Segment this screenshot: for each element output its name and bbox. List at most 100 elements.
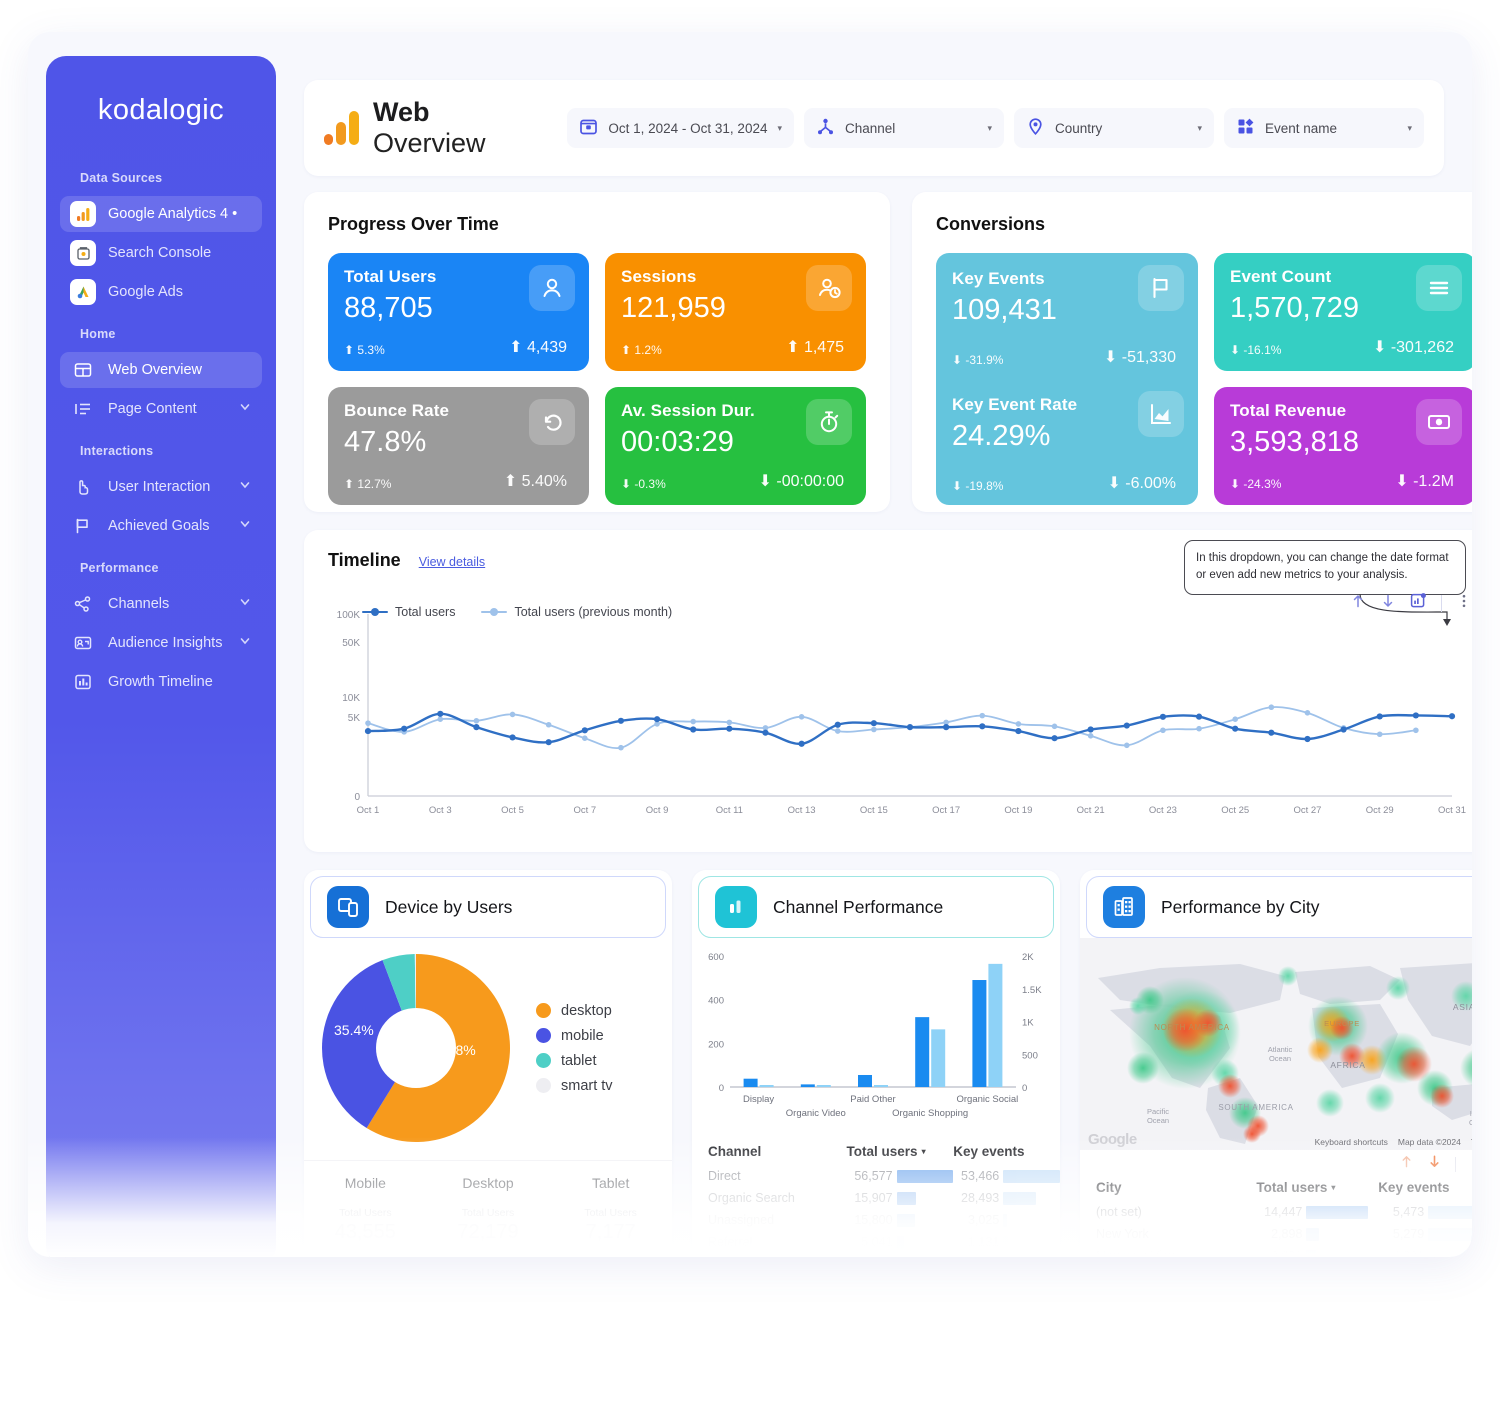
sidebar-item-achieved-goals[interactable]: Achieved Goals	[60, 508, 262, 544]
sidebar-item-web-overview[interactable]: Web Overview	[60, 352, 262, 388]
sidebar-item-search-console[interactable]: Search Console	[60, 235, 262, 271]
chevron-down-icon[interactable]	[238, 400, 252, 418]
chevron-down-icon[interactable]: ▾	[1331, 1183, 1335, 1192]
svg-text:0: 0	[1022, 1083, 1027, 1094]
kpi-card-avg-session-duration[interactable]: Av. Session Dur. 00:03:29 ⬇ -0.3% ⬇ -00:…	[605, 387, 866, 505]
city-heatmap[interactable]: NORTH AMERICA SOUTH AMERICA EUROPE AFRICA AS…	[1080, 938, 1472, 1150]
map-attr-terms[interactable]: Terms	[1471, 1137, 1472, 1147]
table-row[interactable]: (not set) 14,447 5,473	[1080, 1201, 1472, 1223]
kpi-card-event-count[interactable]: Event Count 1,570,729 ⬇ -16.1% ⬇ -301,26…	[1214, 253, 1472, 371]
kpi-delta-percent: ⬇ -19.8%	[952, 479, 1004, 493]
column-header-city[interactable]: City	[1080, 1180, 1256, 1195]
table-row[interactable]: Direct 56,577 53,466	[692, 1165, 1060, 1187]
column-header-key-events[interactable]: Key events	[1378, 1180, 1472, 1195]
column-header-key-events[interactable]: Key events	[953, 1144, 1060, 1159]
event-name-filter-value: Event name	[1265, 120, 1338, 136]
timeline-panel: Timeline View details In this dropdown, …	[304, 530, 1472, 852]
chevron-down-icon[interactable]: ▾	[922, 1147, 926, 1156]
bar-total-users	[1306, 1227, 1320, 1241]
column-header-channel[interactable]: Channel	[692, 1144, 847, 1159]
page-title-bold: Web	[373, 97, 430, 127]
card-header: Device by Users	[310, 876, 666, 938]
channel-performance-card: Channel Performance 0 200 400 600 0 500 1K 1.5K…	[692, 870, 1060, 1257]
svg-text:Oct 3: Oct 3	[429, 805, 452, 816]
more-options-icon[interactable]	[1469, 1154, 1472, 1174]
svg-text:0: 0	[354, 792, 360, 803]
table-row[interactable]: Unassigned 15,800 3,025	[692, 1209, 1060, 1231]
event-name-filter[interactable]: Event name ▾	[1224, 108, 1424, 148]
dropdown-tooltip: In this dropdown, you can change the dat…	[1184, 540, 1466, 595]
svg-text:Oct 1: Oct 1	[357, 805, 380, 816]
column-header-total-users[interactable]: Total users ▾	[1256, 1180, 1378, 1195]
bar-key-events	[1003, 1235, 1009, 1249]
search-console-icon	[70, 240, 96, 266]
kpi-card-key-events-group[interactable]: Key Events 109,431 ⬇ -31.9% ⬇ -51,330 Ke…	[936, 253, 1198, 505]
device-footer-metric: Total Users	[339, 1207, 392, 1219]
legend-item-desktop[interactable]: desktop	[536, 1003, 613, 1019]
chevron-down-icon[interactable]	[238, 595, 252, 613]
table-row[interactable]: Mountain View 2,081 4,931	[1080, 1245, 1472, 1257]
device-footer-metric: Total Users	[461, 1207, 515, 1219]
sidebar-item-growth-timeline[interactable]: Growth Timeline	[60, 664, 262, 700]
chevron-down-icon[interactable]: ▾	[987, 123, 992, 134]
devices-icon	[327, 886, 369, 928]
chevron-down-icon[interactable]	[238, 634, 252, 652]
chevron-down-icon[interactable]: ▾	[777, 123, 782, 134]
area-chart-icon	[1138, 391, 1184, 437]
chevron-down-icon[interactable]: ▾	[1197, 123, 1202, 134]
city-table: City Total users ▾ Key events (not set) 1…	[1080, 1174, 1472, 1257]
sidebar-item-google-analytics-4[interactable]: Google Analytics 4 •	[60, 196, 262, 232]
legend-item-tablet[interactable]: tablet	[536, 1053, 613, 1069]
stopwatch-icon	[806, 399, 852, 445]
channel-filter[interactable]: Channel ▾	[804, 108, 1004, 148]
legend-item-mobile[interactable]: mobile	[536, 1028, 613, 1044]
channel-filter-value: Channel	[845, 120, 896, 136]
table-row[interactable]: New York 2,898 5,279	[1080, 1223, 1472, 1245]
kpi-delta-absolute: ⬆ 1,475	[786, 339, 844, 356]
kpi-delta-absolute: ⬇ -1.2M	[1395, 473, 1454, 490]
device-footer-metric: Total Users	[584, 1207, 637, 1219]
svg-text:Organic Shopping: Organic Shopping	[892, 1108, 968, 1119]
chevron-down-icon[interactable]: ▾	[1407, 123, 1412, 134]
legend-item-smart-tv[interactable]: smart tv	[536, 1078, 613, 1094]
sidebar-item-google-ads[interactable]: Google Ads	[60, 274, 262, 310]
chevron-down-icon[interactable]	[238, 478, 252, 496]
table-row[interactable]: Referral 5,041 1,131	[692, 1231, 1060, 1253]
sidebar-item-page-content[interactable]: Page Content	[60, 391, 262, 427]
svg-text:Oct 5: Oct 5	[501, 805, 524, 816]
conversions-panel: Conversions Key Events 109,431 ⬇ -31.9% …	[912, 192, 1472, 512]
kpi-card-bounce-rate[interactable]: Bounce Rate 47.8% ⬆ 12.7% ⬆ 5.40%	[328, 387, 589, 505]
kpi-delta-absolute: ⬇ -51,330	[1103, 349, 1176, 366]
country-filter[interactable]: Country ▾	[1014, 108, 1214, 148]
menu-icon	[1416, 265, 1462, 311]
chevron-down-icon[interactable]	[238, 517, 252, 535]
legend-label: tablet	[561, 1052, 597, 1069]
legend-swatch	[536, 1028, 551, 1043]
svg-text:Atlantic: Atlantic	[1268, 1045, 1293, 1054]
bar-total-users	[896, 1213, 915, 1227]
kpi-delta-absolute: ⬆ 4,439	[509, 339, 567, 356]
kpi-card-total-revenue[interactable]: Total Revenue 3,593,818 ⬇ -24.3% ⬇ -1.2M	[1214, 387, 1472, 505]
cell-total-users: 15,800	[854, 1213, 893, 1227]
audience-icon	[70, 630, 96, 656]
column-header-total-users[interactable]: Total users ▾	[847, 1144, 954, 1159]
sidebar-item-audience-insights[interactable]: Audience Insights	[60, 625, 262, 661]
card-title: Device by Users	[385, 896, 513, 917]
panel-title: Timeline	[328, 550, 401, 570]
kpi-card-sessions[interactable]: Sessions 121,959 ⬆ 1.2% ⬆ 1,475	[605, 253, 866, 371]
card-header: Performance by City	[1086, 876, 1472, 938]
brand-logo: kodalogic	[97, 94, 225, 126]
filter-bar: Oct 1, 2024 - Oct 31, 2024 ▾ Channel ▾ C…	[567, 108, 1424, 148]
kpi-card-total-users[interactable]: Total Users 88,705 ⬆ 5.3% ⬆ 4,439	[328, 253, 589, 371]
legend-swatch	[536, 1003, 551, 1018]
svg-text:AFRICA: AFRICA	[1330, 1060, 1365, 1070]
date-range-filter[interactable]: Oct 1, 2024 - Oct 31, 2024 ▾	[567, 108, 794, 148]
sort-desc-icon[interactable]	[1427, 1154, 1442, 1174]
table-row[interactable]: Organic Search 15,907 28,493	[692, 1187, 1060, 1209]
map-attr-keyboard-shortcuts[interactable]: Keyboard shortcuts	[1315, 1137, 1388, 1147]
sidebar-item-user-interaction[interactable]: User Interaction	[60, 469, 262, 505]
view-details-link[interactable]: View details	[419, 555, 485, 569]
share-icon	[70, 591, 96, 617]
sort-asc-icon[interactable]	[1399, 1154, 1414, 1174]
sidebar-item-channels[interactable]: Channels	[60, 586, 262, 622]
